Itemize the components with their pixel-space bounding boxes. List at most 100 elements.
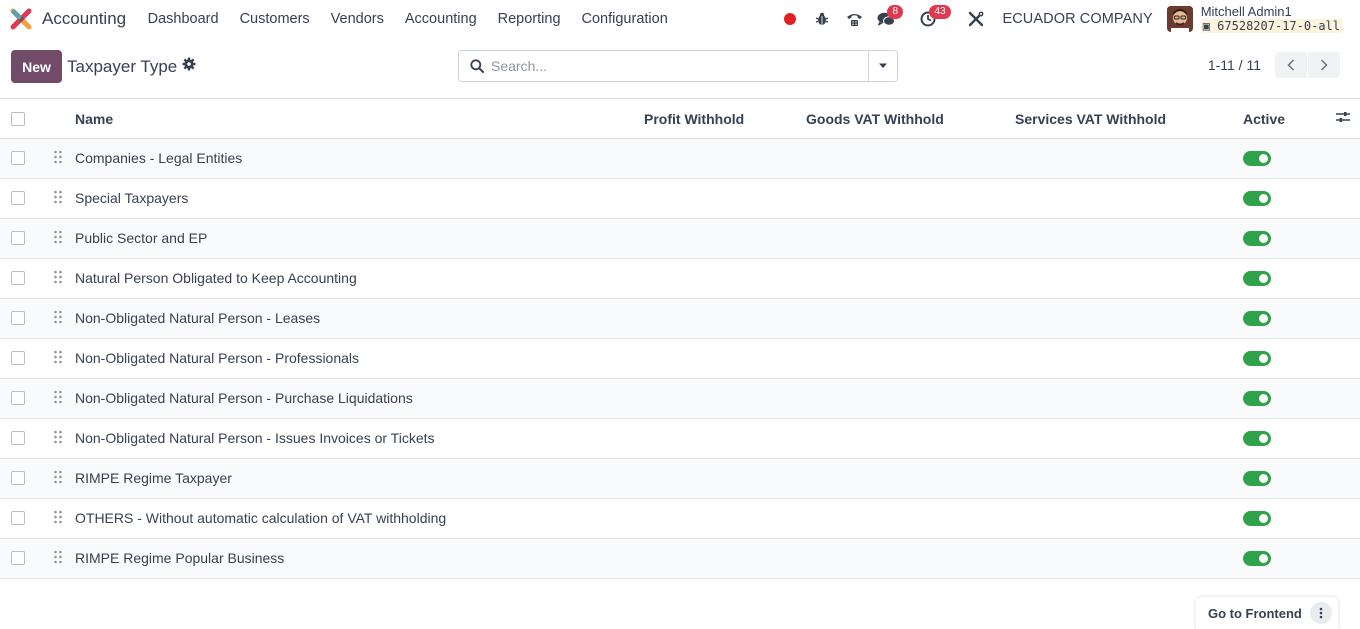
column-header-profit-withhold[interactable]: Profit Withhold	[644, 111, 744, 127]
drag-handle-icon[interactable]	[53, 350, 63, 367]
go-to-frontend-button[interactable]: Go to Frontend	[1196, 606, 1310, 621]
user-avatar[interactable]	[1166, 6, 1193, 32]
drag-handle-icon[interactable]	[53, 390, 63, 407]
table-body: Companies - Legal Entities Special Taxpay…	[0, 139, 1360, 579]
messages-badge: 8	[887, 5, 903, 19]
row-name[interactable]: Special Taxpayers	[75, 190, 188, 206]
active-toggle[interactable]	[1243, 431, 1271, 446]
drag-handle-icon[interactable]	[53, 550, 63, 567]
row-checkbox[interactable]	[11, 231, 25, 245]
bug-icon[interactable]	[806, 0, 838, 38]
active-toggle[interactable]	[1243, 151, 1271, 166]
row-name[interactable]: Non-Obligated Natural Person - Professio…	[75, 350, 359, 366]
active-toggle[interactable]	[1243, 351, 1271, 366]
row-name[interactable]: Non-Obligated Natural Person - Issues In…	[75, 430, 435, 446]
table-row[interactable]: Non-Obligated Natural Person - Issues In…	[0, 419, 1360, 459]
activities-badge: 43	[929, 5, 951, 19]
row-checkbox[interactable]	[11, 391, 25, 405]
kebab-menu-icon[interactable]	[1310, 602, 1332, 624]
drag-handle-icon[interactable]	[53, 270, 63, 287]
table-row[interactable]: Public Sector and EP	[0, 219, 1360, 259]
row-checkbox[interactable]	[11, 471, 25, 485]
top-navbar: Accounting Dashboard Customers Vendors A…	[0, 0, 1360, 38]
navbar-systray: 8 43 ECUADOR COMPANY Mitchell Admin1 ▣ 6…	[774, 0, 1342, 38]
table-row[interactable]: Non-Obligated Natural Person - Leases	[0, 299, 1360, 339]
drag-handle-icon[interactable]	[53, 310, 63, 327]
row-name[interactable]: RIMPE Regime Taxpayer	[75, 470, 232, 486]
drag-handle-icon[interactable]	[53, 430, 63, 447]
drag-handle-icon[interactable]	[53, 470, 63, 487]
pager: 1-11 / 11	[1208, 52, 1340, 78]
pager-previous-button[interactable]	[1275, 52, 1307, 78]
gear-icon[interactable]	[182, 57, 196, 74]
row-checkbox[interactable]	[11, 311, 25, 325]
row-name[interactable]: RIMPE Regime Popular Business	[75, 550, 284, 566]
table-row[interactable]: OTHERS - Without automatic calculation o…	[0, 499, 1360, 539]
column-settings-icon[interactable]	[1336, 110, 1350, 127]
menu-vendors[interactable]: Vendors	[320, 11, 394, 27]
row-checkbox[interactable]	[11, 271, 25, 285]
pager-value[interactable]: 1-11 / 11	[1208, 57, 1261, 73]
active-toggle[interactable]	[1243, 231, 1271, 246]
database-icon: ▣	[1202, 19, 1218, 33]
user-menu[interactable]: Mitchell Admin1 ▣ 67528207-17-0-all	[1200, 5, 1342, 33]
table-row[interactable]: Non-Obligated Natural Person - Purchase …	[0, 379, 1360, 419]
menu-accounting[interactable]: Accounting	[394, 11, 487, 27]
table-header: Name Profit Withhold Goods VAT Withhold …	[0, 99, 1360, 139]
table-row[interactable]: Special Taxpayers	[0, 179, 1360, 219]
drag-handle-icon[interactable]	[53, 190, 63, 207]
row-name[interactable]: Companies - Legal Entities	[75, 150, 242, 166]
row-checkbox[interactable]	[11, 351, 25, 365]
tools-icon[interactable]	[960, 0, 992, 38]
company-switcher[interactable]: ECUADOR COMPANY	[1002, 11, 1152, 27]
active-toggle[interactable]	[1243, 471, 1271, 486]
row-checkbox[interactable]	[11, 191, 25, 205]
accounting-app-icon[interactable]	[10, 8, 32, 30]
row-checkbox[interactable]	[11, 431, 25, 445]
column-header-name[interactable]: Name	[75, 111, 113, 127]
column-header-services-vat-withhold[interactable]: Services VAT Withhold	[1015, 111, 1166, 127]
phone-icon[interactable]	[838, 0, 870, 38]
caret-down-icon	[879, 63, 887, 68]
drag-handle-icon[interactable]	[53, 510, 63, 527]
search-options-toggle[interactable]	[868, 51, 897, 81]
menu-reporting[interactable]: Reporting	[487, 11, 571, 27]
table-row[interactable]: Companies - Legal Entities	[0, 139, 1360, 179]
new-button[interactable]: New	[11, 50, 62, 83]
pager-next-button[interactable]	[1308, 52, 1340, 78]
drag-handle-icon[interactable]	[53, 230, 63, 247]
row-name[interactable]: Non-Obligated Natural Person - Leases	[75, 310, 320, 326]
clock-icon[interactable]: 43	[912, 0, 951, 38]
active-toggle[interactable]	[1243, 551, 1271, 566]
menu-configuration[interactable]: Configuration	[571, 11, 678, 27]
row-checkbox[interactable]	[11, 151, 25, 165]
chat-icon[interactable]: 8	[870, 0, 903, 38]
chevron-left-icon	[1287, 59, 1295, 71]
column-header-active[interactable]: Active	[1243, 111, 1285, 127]
active-toggle[interactable]	[1243, 191, 1271, 206]
menu-customers[interactable]: Customers	[229, 11, 320, 27]
select-all-checkbox[interactable]	[11, 112, 25, 126]
active-toggle[interactable]	[1243, 271, 1271, 286]
column-header-goods-vat-withhold[interactable]: Goods VAT Withhold	[806, 111, 944, 127]
app-name[interactable]: Accounting	[42, 9, 126, 29]
active-toggle[interactable]	[1243, 391, 1271, 406]
menu-dashboard[interactable]: Dashboard	[137, 11, 229, 27]
table-row[interactable]: RIMPE Regime Taxpayer	[0, 459, 1360, 499]
active-toggle[interactable]	[1243, 311, 1271, 326]
search-input[interactable]	[489, 51, 868, 81]
row-name[interactable]: Public Sector and EP	[75, 230, 207, 246]
record-icon[interactable]	[774, 0, 806, 38]
control-panel: New Taxpayer Type Search... 1-11 / 11	[0, 38, 1360, 99]
row-checkbox[interactable]	[11, 551, 25, 565]
drag-handle-icon[interactable]	[53, 150, 63, 167]
row-checkbox[interactable]	[11, 511, 25, 525]
table-row[interactable]: Non-Obligated Natural Person - Professio…	[0, 339, 1360, 379]
table-row[interactable]: Natural Person Obligated to Keep Account…	[0, 259, 1360, 299]
row-name[interactable]: Natural Person Obligated to Keep Account…	[75, 270, 357, 286]
taxpayer-type-list: Name Profit Withhold Goods VAT Withhold …	[0, 99, 1360, 579]
row-name[interactable]: Non-Obligated Natural Person - Purchase …	[75, 390, 413, 406]
row-name[interactable]: OTHERS - Without automatic calculation o…	[75, 510, 446, 526]
table-row[interactable]: RIMPE Regime Popular Business	[0, 539, 1360, 579]
active-toggle[interactable]	[1243, 511, 1271, 526]
